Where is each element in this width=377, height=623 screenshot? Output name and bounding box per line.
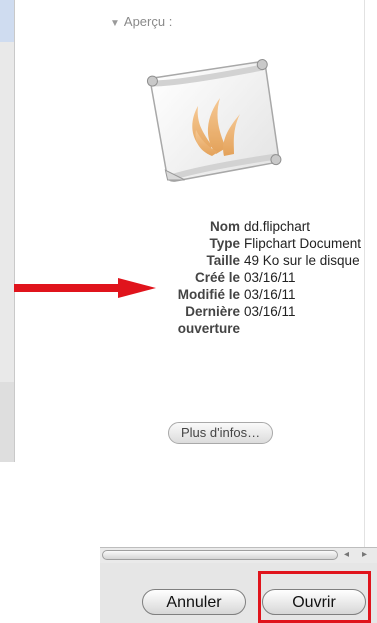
info-value: 03/16/11: [244, 287, 296, 302]
preview-header[interactable]: ▼ Aperçu :: [110, 14, 172, 29]
document-icon: [146, 59, 282, 182]
sidebar-edge: [0, 0, 15, 462]
info-key: Dernière ouverture: [177, 304, 240, 336]
info-key: Créé le: [194, 270, 240, 285]
scroll-right-icon[interactable]: ▸: [362, 549, 367, 560]
more-info-button[interactable]: Plus d'infos…: [168, 422, 274, 444]
info-key: Type: [209, 236, 240, 251]
disclosure-triangle-icon[interactable]: ▼: [110, 18, 120, 29]
info-key: Taille: [206, 253, 240, 268]
open-button-highlight: [258, 571, 371, 623]
info-row-size: Taille 49 Ko sur le disque: [96, 252, 364, 269]
info-row-name: Nom dd.flipchart: [96, 218, 364, 235]
info-key: Modifié le: [177, 287, 240, 302]
vertical-scroll-track[interactable]: [364, 0, 377, 560]
info-key: Nom: [210, 219, 240, 234]
sidebar-selection: [0, 0, 14, 42]
scroll-left-icon[interactable]: ◂: [344, 549, 349, 560]
preview-label: Aperçu :: [123, 14, 173, 29]
file-info: Nom dd.flipchart Type Flipchart Document…: [96, 218, 364, 336]
red-arrow-icon: [14, 278, 156, 298]
info-row-type: Type Flipchart Document: [96, 235, 364, 252]
scroll-thumb[interactable]: [102, 550, 338, 560]
info-value: dd.flipchart: [244, 219, 311, 234]
info-value: 49 Ko sur le disque: [244, 253, 360, 268]
horizontal-scrollbar[interactable]: ◂ ▸: [100, 547, 377, 564]
info-value: 03/16/11: [244, 270, 296, 285]
info-value: Flipchart Document: [244, 236, 362, 251]
cancel-button[interactable]: Annuler: [142, 589, 246, 615]
info-value: 03/16/11: [244, 304, 296, 319]
sidebar-lower: [0, 382, 14, 462]
info-row-last-opened: Dernière ouverture 03/16/11: [96, 303, 364, 336]
